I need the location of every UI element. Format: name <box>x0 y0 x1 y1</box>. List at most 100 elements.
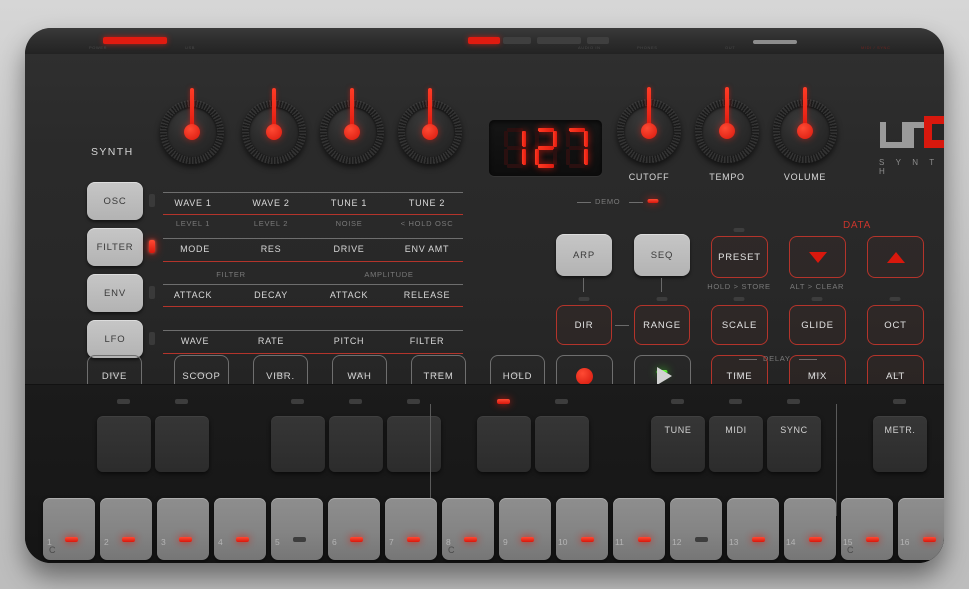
preset-sublabel: HOLD > STORE <box>707 282 771 291</box>
uno-logo-icon <box>880 116 944 150</box>
step-pad-14[interactable] <box>784 498 836 560</box>
knob-volume[interactable] <box>773 87 837 163</box>
step-pad-4[interactable] <box>214 498 266 560</box>
step-pad-3[interactable] <box>157 498 209 560</box>
function-pad-metr[interactable]: METR. <box>873 416 927 472</box>
scale-led <box>733 297 745 301</box>
step-led-4 <box>236 537 249 542</box>
mode-button-osc[interactable]: OSC <box>87 182 143 220</box>
record-icon <box>576 367 593 385</box>
chevron-down-icon <box>808 251 827 263</box>
param-drive: DRIVE <box>333 244 365 254</box>
knob-label-tempo: TEMPO <box>709 172 745 182</box>
dir-button[interactable]: DIR <box>556 305 612 345</box>
step-pad-6[interactable] <box>328 498 380 560</box>
rear-port-block-d <box>753 40 797 44</box>
matrix-line-filter-top <box>163 238 463 239</box>
step-led-1 <box>65 537 78 542</box>
step-pad-10[interactable] <box>556 498 608 560</box>
black-key-1[interactable] <box>97 416 151 472</box>
step-number-13: 13 <box>729 537 739 547</box>
seq-button[interactable]: SEQ <box>634 234 690 276</box>
step-pad-13[interactable] <box>727 498 779 560</box>
knob-cap <box>641 123 657 139</box>
knob-tune-1[interactable] <box>320 88 384 164</box>
param-level-2: LEVEL 2 <box>253 219 289 228</box>
demo-led <box>647 199 659 203</box>
step-pad-9[interactable] <box>499 498 551 560</box>
black-key-7[interactable] <box>535 416 589 472</box>
step-number-8: 8 <box>446 537 451 547</box>
knob-cap <box>184 124 200 140</box>
step-pad-15[interactable]: C <box>841 498 893 560</box>
param-res: RES <box>260 244 282 254</box>
glide-button[interactable]: GLIDE <box>789 305 846 345</box>
black-key-6[interactable] <box>477 416 531 472</box>
knob-wave-1[interactable] <box>160 88 224 164</box>
step-pad-7[interactable] <box>385 498 437 560</box>
preset-button[interactable]: PRESET <box>711 236 768 278</box>
midi-port-indicator <box>468 37 500 44</box>
play-icon <box>656 367 672 385</box>
knob-wave-2[interactable] <box>242 88 306 164</box>
step-led-11 <box>638 537 651 542</box>
mode-button-env[interactable]: ENV <box>87 274 143 312</box>
step-led-8 <box>464 537 477 542</box>
data-label: DATA <box>843 220 871 231</box>
range-led <box>656 297 668 301</box>
param-wave-2: WAVE 2 <box>252 198 290 208</box>
mode-button-lfo[interactable]: LFO <box>87 320 143 358</box>
arp-button[interactable]: ARP <box>556 234 612 276</box>
step-number-7: 7 <box>389 537 394 547</box>
knob-tempo[interactable] <box>695 87 759 163</box>
matrix-line-osc-top <box>163 192 463 193</box>
knob-tune-2[interactable] <box>398 88 462 164</box>
black-key-led-4 <box>349 399 362 404</box>
black-key-3[interactable] <box>271 416 325 472</box>
glide-led <box>811 297 823 301</box>
preset-led <box>733 228 745 232</box>
mode-led-lfo <box>149 332 155 345</box>
step-pad-1[interactable]: C <box>43 498 95 560</box>
oct-button[interactable]: OCT <box>867 305 924 345</box>
function-pad-midi[interactable]: MIDI <box>709 416 763 472</box>
range-button[interactable]: RANGE <box>634 305 690 345</box>
black-key-4[interactable] <box>329 416 383 472</box>
param-hold-osc: < HOLD OSC <box>400 219 454 228</box>
matrix-line-env-top <box>163 284 463 285</box>
power-switch-indicator[interactable] <box>103 37 167 44</box>
function-pad-tune[interactable]: TUNE <box>651 416 705 472</box>
octave-divider-2 <box>836 404 837 516</box>
step-pad-2[interactable] <box>100 498 152 560</box>
rear-label-midi-sync: MIDI / SYNC <box>861 45 891 50</box>
scale-button[interactable]: SCALE <box>711 305 768 345</box>
step-led-16 <box>923 537 936 542</box>
data-up-button[interactable] <box>867 236 924 278</box>
step-pad-12[interactable] <box>670 498 722 560</box>
step-number-12: 12 <box>672 537 682 547</box>
step-pad-16[interactable] <box>898 498 944 560</box>
step-pad-5[interactable] <box>271 498 323 560</box>
black-key-led-2 <box>175 399 188 404</box>
demo-rule-left <box>577 202 591 203</box>
rear-label-power: POWER <box>89 45 108 50</box>
black-key-5[interactable] <box>387 416 441 472</box>
black-key-2[interactable] <box>155 416 209 472</box>
black-key-led-7 <box>555 399 568 404</box>
mode-button-filter[interactable]: FILTER <box>87 228 143 266</box>
step-pad-11[interactable] <box>613 498 665 560</box>
data-down-button[interactable] <box>789 236 846 278</box>
step-led-15 <box>866 537 879 542</box>
matrix-line-env-bottom <box>163 306 463 307</box>
param-a-attack: ATTACK <box>329 290 369 300</box>
rear-port-block-a <box>503 37 531 44</box>
param-wave-1: WAVE 1 <box>174 198 212 208</box>
step-pad-8[interactable]: C <box>442 498 494 560</box>
black-key-led-5 <box>407 399 420 404</box>
param-a-release: RELEASE <box>403 290 451 300</box>
mode-led-filter <box>149 240 155 253</box>
knob-cutoff[interactable] <box>617 87 681 163</box>
function-pad-sync[interactable]: SYNC <box>767 416 821 472</box>
dir-led <box>578 297 590 301</box>
display-digit-2 <box>533 128 559 168</box>
